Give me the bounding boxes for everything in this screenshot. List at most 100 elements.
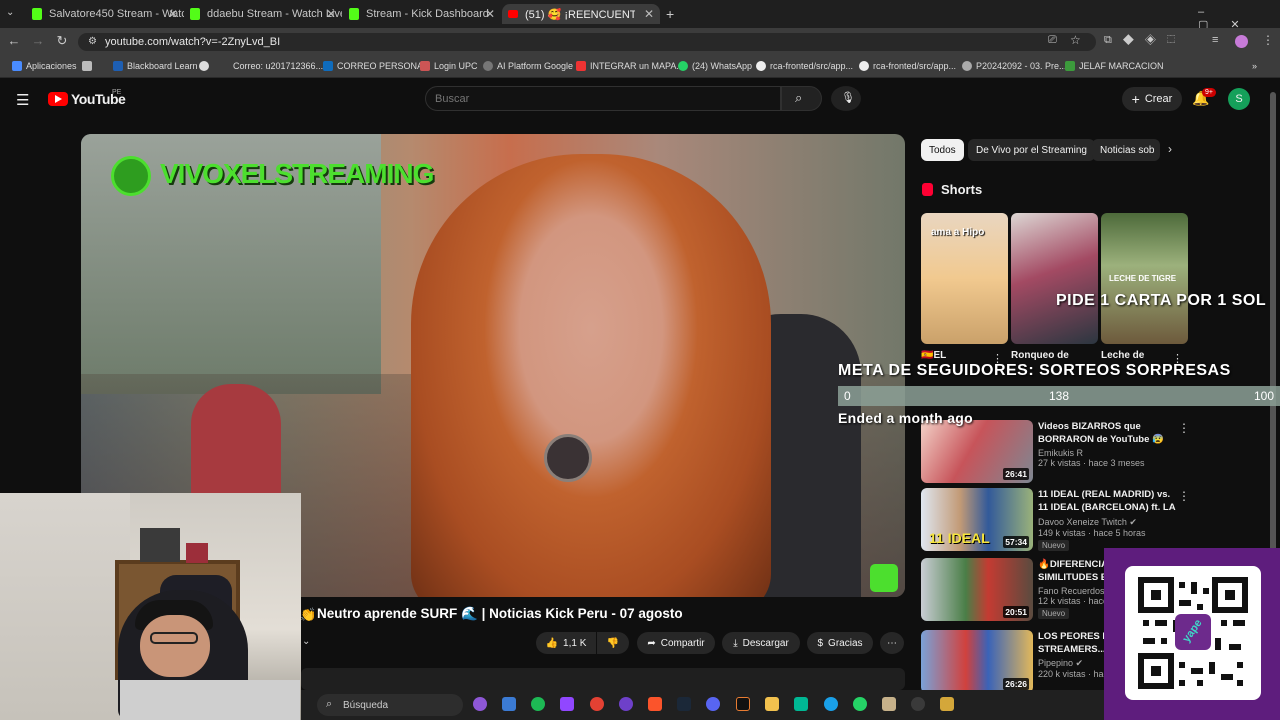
overlay-ended: Ended a month ago xyxy=(838,410,973,426)
tab-kick-dashboard[interactable]: Stream - Kick Dashboard ✕ xyxy=(343,4,501,24)
hamburger-menu-icon[interactable]: ☰ xyxy=(16,91,29,109)
video-host xyxy=(411,154,771,597)
short-thumbnail[interactable] xyxy=(1011,213,1098,344)
bookmark-item[interactable]: AI Platform Google xyxy=(483,61,573,71)
chip-todos[interactable]: Todos xyxy=(921,139,964,161)
site-info-icon[interactable]: ⚙ xyxy=(88,36,97,47)
bookmark-star-icon[interactable]: ☆ xyxy=(1070,33,1081,47)
create-button[interactable]: + Crear xyxy=(1122,87,1182,111)
app-icon-tan[interactable] xyxy=(882,697,896,711)
video-info[interactable]: 11 IDEAL (REAL MADRID) vs. 11 IDEAL (BAR… xyxy=(1038,488,1178,551)
video-title-link[interactable]: Videos BIZARROS que BORRARON de YouTube … xyxy=(1038,420,1178,446)
app-icon-active[interactable] xyxy=(736,697,750,711)
tab-search-chevron-icon[interactable]: ⌄ xyxy=(6,7,14,18)
bookmark-item[interactable]: CORREO PERSONAL xyxy=(323,61,428,71)
video-title-link[interactable]: 11 IDEAL (REAL MADRID) vs. 11 IDEAL (BAR… xyxy=(1038,488,1178,515)
whatsapp-icon[interactable] xyxy=(853,697,867,711)
discord-icon[interactable] xyxy=(706,697,720,711)
spotify-icon[interactable] xyxy=(531,697,545,711)
video-more-dots-icon[interactable]: ⋮ xyxy=(1178,421,1190,435)
apps-grid-icon[interactable] xyxy=(82,61,96,71)
video-duration: 57:34 xyxy=(1003,536,1029,548)
bookmarks-overflow-icon[interactable]: » xyxy=(1252,61,1257,71)
video-duration: 26:26 xyxy=(1003,678,1029,690)
video-channel[interactable]: Davoo Xeneize Twitch ✔ xyxy=(1038,517,1178,528)
overlay-follower-goal: META DE SEGUIDORES: SORTEOS SORPRESAS xyxy=(838,362,1231,379)
account-avatar[interactable]: S xyxy=(1228,88,1250,110)
tab-salvatore[interactable]: Salvatore450 Stream - Watch Li...✕ xyxy=(26,4,184,24)
voice-search-button[interactable]: 🎙 xyxy=(831,86,861,111)
search-button[interactable]: ⌕ xyxy=(781,86,822,111)
kebab-menu-icon[interactable]: ⋮ xyxy=(1262,33,1274,47)
bookmark-item[interactable]: P20242092 - 03. Pre... xyxy=(962,61,1067,71)
short-title[interactable]: 🇪🇸EL xyxy=(921,350,1001,361)
video-channel[interactable]: Emikukis R xyxy=(1038,448,1178,458)
chrome-icon[interactable] xyxy=(590,697,604,711)
share-button[interactable]: ➦ Compartir xyxy=(637,632,715,654)
video-info[interactable]: Videos BIZARROS que BORRARON de YouTube … xyxy=(1038,420,1178,468)
github-desktop-icon[interactable] xyxy=(619,697,633,711)
video-thumbnail[interactable]: 20:51 xyxy=(921,558,1033,621)
close-icon[interactable]: ✕ xyxy=(485,7,495,21)
webcam-hoodie xyxy=(120,680,300,720)
close-icon[interactable]: ✕ xyxy=(168,7,178,21)
bookmark-item[interactable]: Blackboard Learn xyxy=(113,61,198,71)
brave-icon[interactable] xyxy=(648,697,662,711)
channel-logo-icon xyxy=(111,156,151,196)
app-icon-blue[interactable] xyxy=(502,697,516,711)
thanks-button[interactable]: $ Gracias xyxy=(807,632,873,654)
video-thumbnail[interactable]: 26:41 xyxy=(921,420,1033,483)
short-thumbnail[interactable]: ama a Hipo xyxy=(921,213,1008,344)
extensions-icons[interactable]: ⧉◆◈⬚ xyxy=(1104,34,1186,47)
more-dots-icon: ⋯ xyxy=(887,637,897,649)
steam-icon[interactable] xyxy=(677,697,691,711)
reload-icon[interactable]: ↻ xyxy=(54,33,70,49)
tab-youtube-active[interactable]: (51) 🥰 ¡REENCUENTRO P... ✕ xyxy=(502,4,660,24)
back-icon[interactable]: ← xyxy=(6,33,22,48)
profile-avatar[interactable] xyxy=(1235,35,1248,48)
close-icon[interactable]: ✕ xyxy=(644,7,654,21)
forward-icon[interactable]: → xyxy=(30,33,46,48)
bookmark-item[interactable]: (24) WhatsApp xyxy=(678,61,752,71)
description-box[interactable] xyxy=(301,668,905,690)
page-scrollbar[interactable] xyxy=(1270,92,1276,612)
bookmark-item[interactable]: Correo: u201712366... xyxy=(199,61,323,71)
close-icon[interactable]: ✕ xyxy=(326,7,336,21)
short-overlay-text: ama a Hipo xyxy=(931,227,985,238)
bookmark-item[interactable]: rca-fronted/src/app... xyxy=(756,61,853,71)
chevron-down-icon[interactable]: ⌄ xyxy=(302,636,310,647)
download-button[interactable]: ⤓ Descargar xyxy=(722,632,800,654)
chip-noticias[interactable]: Noticias sob xyxy=(1092,139,1160,161)
file-explorer-icon[interactable] xyxy=(765,697,779,711)
tab-ddaebu[interactable]: ddaebu Stream - Watch Live on...✕ xyxy=(184,4,342,24)
short-overlay-text: LECHE DE TIGRE xyxy=(1109,274,1177,283)
obs-icon[interactable] xyxy=(911,697,925,711)
search-input[interactable] xyxy=(425,86,781,111)
bookmark-item[interactable]: Login UPC xyxy=(420,61,478,71)
bookmark-item[interactable]: INTEGRAR un MAPA... xyxy=(576,61,684,71)
more-actions-button[interactable]: ⋯ xyxy=(880,632,904,654)
chip-de-vivo[interactable]: De Vivo por el Streaming xyxy=(968,139,1095,161)
taskbar-search[interactable]: ⌕ Búsqueda xyxy=(317,694,463,716)
video-more-dots-icon[interactable]: ⋮ xyxy=(1178,489,1190,503)
cast-icon[interactable]: ⎚ xyxy=(1048,34,1057,47)
short-title[interactable]: Ronqueo de xyxy=(1011,350,1091,361)
bookmark-item[interactable]: JELAF MARCACION xyxy=(1065,61,1164,71)
short-title[interactable]: Leche de xyxy=(1101,350,1181,361)
new-tab-icon[interactable]: + xyxy=(666,6,674,22)
app-icon-gold[interactable] xyxy=(940,697,954,711)
url-text[interactable]: youtube.com/watch?v=-2ZnyLvd_BI xyxy=(105,36,280,48)
menu-list-icon[interactable]: ≡ xyxy=(1212,34,1218,46)
app-icon-green[interactable] xyxy=(794,697,808,711)
video-thumbnail[interactable]: 11 IDEAL 57:34 xyxy=(921,488,1033,551)
bookmark-item[interactable]: rca-fronted/src/app... xyxy=(859,61,956,71)
app-icon-purple[interactable] xyxy=(473,697,487,711)
edge-icon[interactable] xyxy=(824,697,838,711)
twitch-icon[interactable] xyxy=(560,697,574,711)
like-button[interactable]: 👍 1,1 K xyxy=(536,632,596,654)
bookmark-item[interactable]: Aplicaciones xyxy=(12,61,77,71)
video-thumbnail[interactable]: 26:26 xyxy=(921,630,1033,693)
short-thumbnail[interactable]: LECHE DE TIGRE xyxy=(1101,213,1188,344)
dislike-button[interactable]: 👎 xyxy=(597,632,629,654)
chevron-right-icon[interactable]: › xyxy=(1168,142,1172,156)
